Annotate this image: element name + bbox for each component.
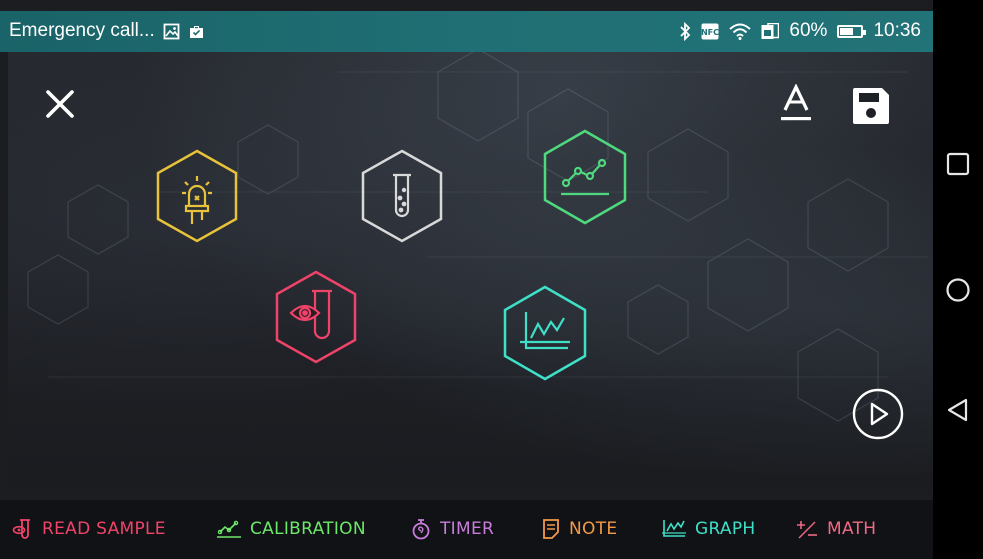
toolbar-note[interactable]: NOTE [541,518,617,540]
calibration-node[interactable] [542,128,628,226]
toolbar-read-sample-label: READ SAMPLE [42,519,166,539]
toolbar-read-sample[interactable]: READ SAMPLE [12,518,166,540]
toolbar-math-label: MATH [827,519,877,539]
read-sample-node[interactable] [274,269,358,365]
calibration-icon [561,158,609,196]
wifi-icon [729,23,752,40]
back-icon[interactable] [944,396,972,424]
toolbar-note-label: NOTE [569,519,618,539]
svg-text:NFC: NFC [701,28,719,37]
toolbar-timer-label: TIMER [440,519,495,539]
toolbar-timer[interactable]: TIMER [410,518,494,540]
notification-title: Emergency call... [9,20,155,41]
battery-percent: 60% [789,20,828,41]
image-icon [163,23,180,39]
status-bar-left: Emergency call... [9,20,205,42]
math-icon [797,521,817,539]
app-screen: Emergency call... NFC 60% 10:36 READ SAM… [0,0,933,559]
close-icon[interactable] [44,88,76,120]
calibration-icon [217,520,241,538]
briefcase-icon [189,25,203,38]
test-tube-node[interactable] [360,148,444,244]
graph-node[interactable] [502,284,588,382]
status-bar-right: NFC 60% 10:36 [679,20,921,42]
graph-icon [520,312,570,350]
read-sample-icon [289,289,332,340]
toolbar-math[interactable]: MATH [795,518,876,540]
bottom-toolbar: READ SAMPLE CALIBRATION TIMER NOTE GRAPH… [0,500,933,559]
led-node[interactable] [155,148,239,244]
read-sample-icon [12,519,30,539]
note-icon [543,519,559,539]
toolbar-calibration[interactable]: CALIBRATION [216,518,366,540]
battery-icon [837,24,867,38]
nfc-icon: NFC [701,23,719,39]
navigation-bar [933,0,983,559]
sim-icon [761,22,780,39]
toolbar-graph-label: GRAPH [695,519,756,539]
recents-icon[interactable] [944,150,972,178]
status-bar: Emergency call... NFC 60% 10:36 [0,11,933,52]
play-icon[interactable] [851,387,905,441]
home-icon[interactable] [944,276,972,304]
text-format-icon[interactable] [779,84,813,124]
graph-icon [662,520,686,537]
bluetooth-icon [680,21,691,41]
save-icon[interactable] [850,85,892,127]
toolbar-graph[interactable]: GRAPH [661,518,755,540]
test-tube-icon [393,173,411,218]
timer-icon [412,519,430,540]
clock: 10:36 [873,20,921,41]
led-icon [182,176,212,224]
toolbar-calibration-label: CALIBRATION [250,519,366,539]
